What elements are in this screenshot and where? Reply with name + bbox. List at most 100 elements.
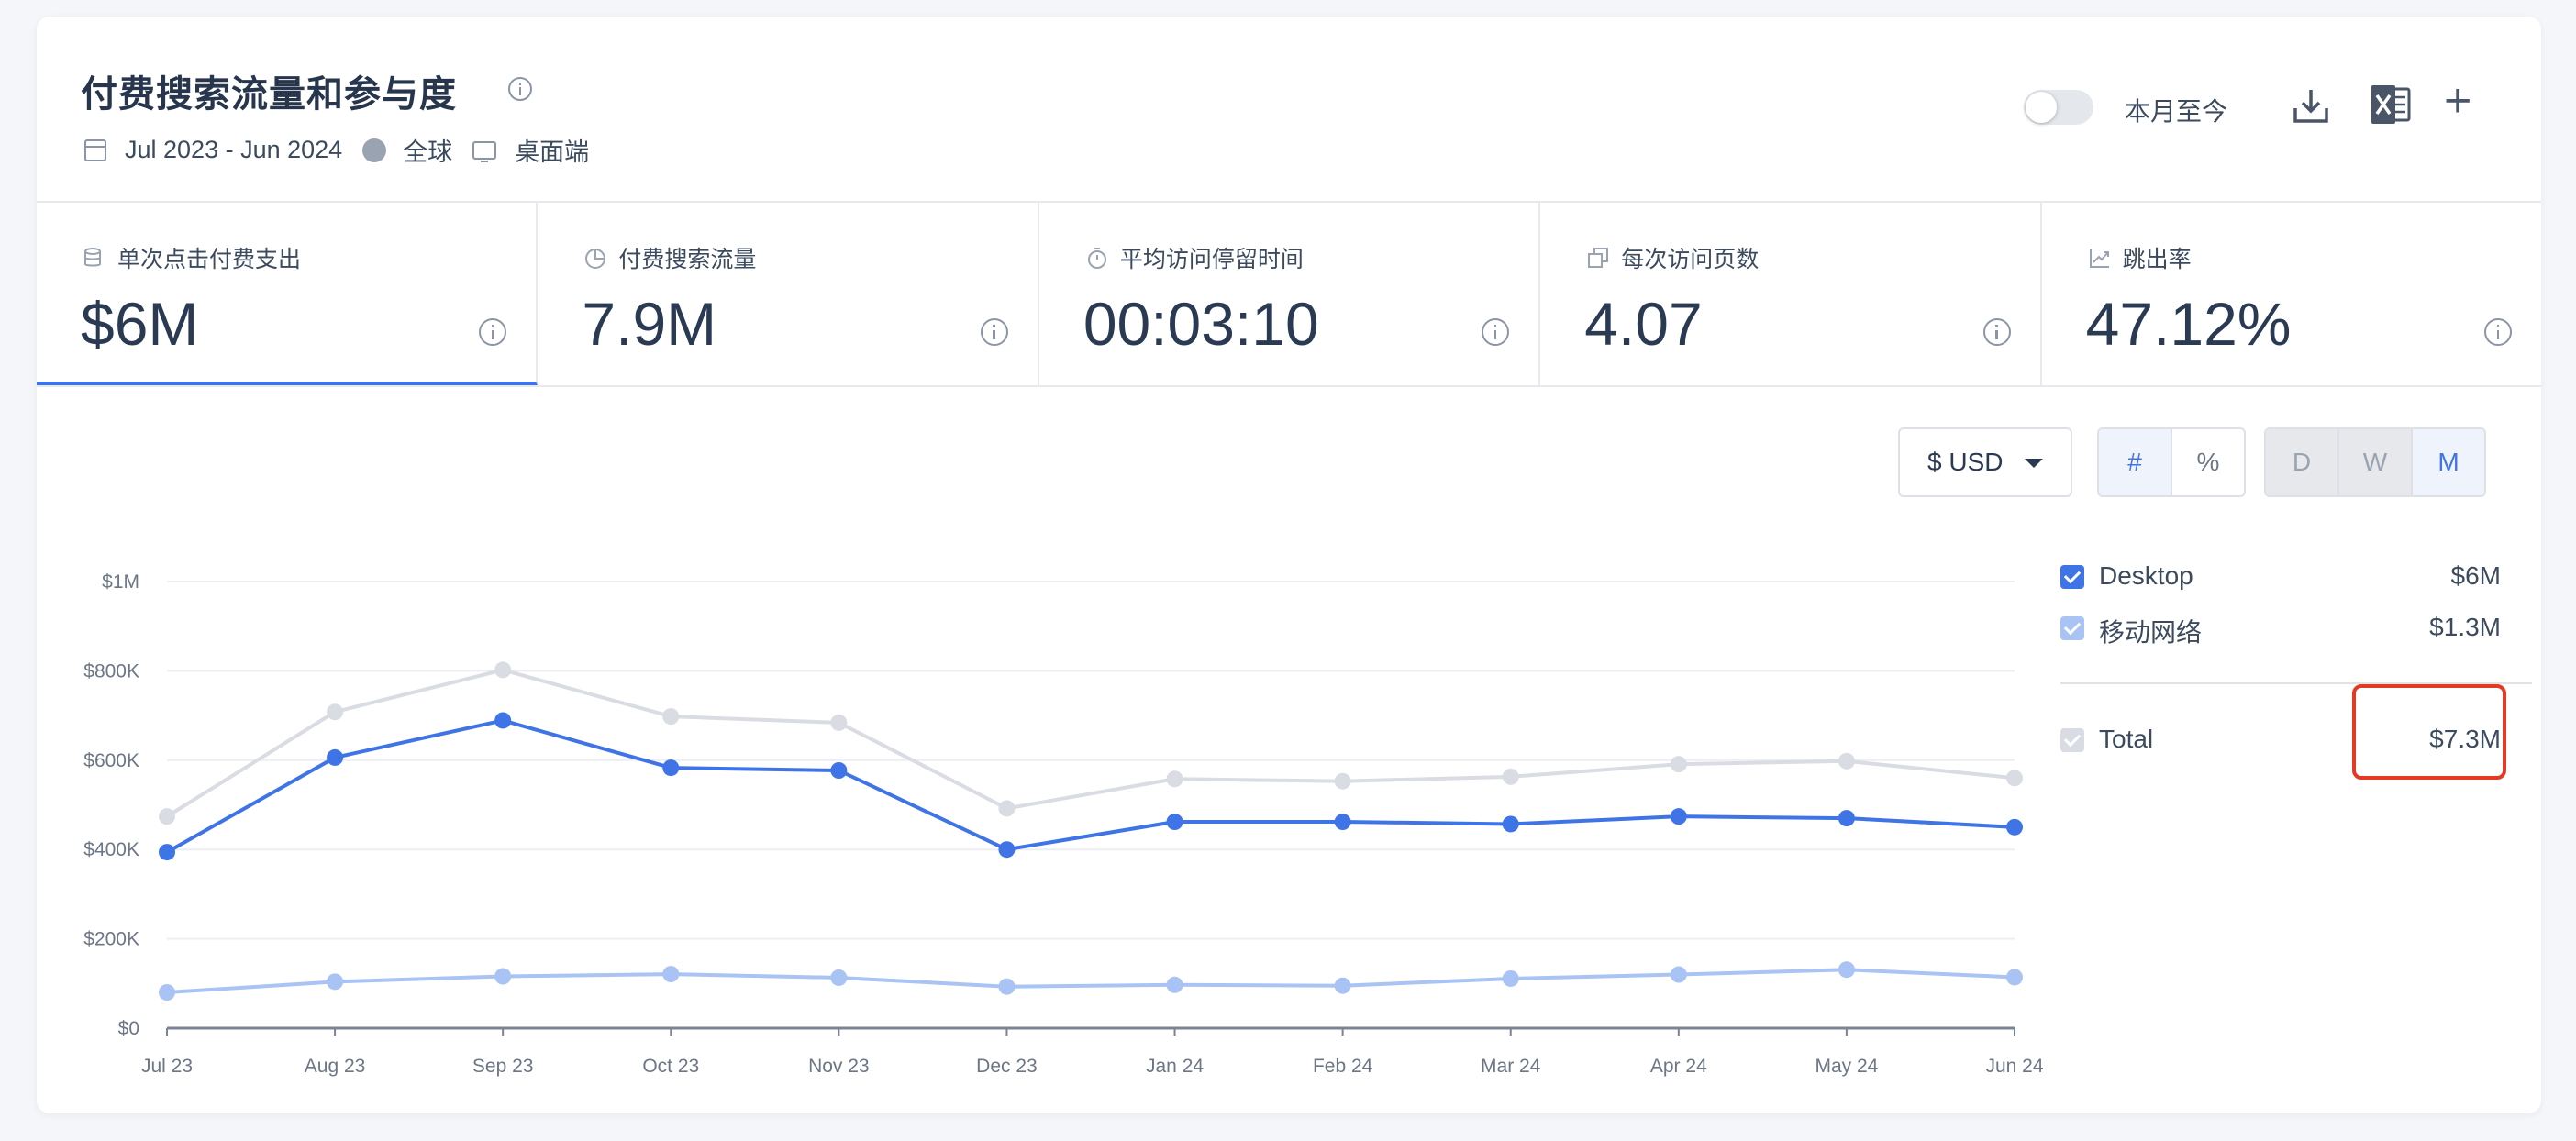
series-total-point [662,708,680,726]
mode-number-button[interactable]: # [2099,429,2172,495]
granularity-month-button[interactable]: M [2413,429,2484,495]
metric-avg-visit-duration[interactable]: 平均访问停留时间 00:03:10 [1039,203,1541,385]
series-desktop-point [494,712,512,729]
metric-paid-traffic[interactable]: 付费搜索流量 7.9M [538,203,1039,385]
info-icon[interactable] [980,318,1008,346]
metric-label: 单次点击付费支出 [83,241,301,274]
region-label[interactable]: 全球 [403,132,452,168]
series-total-line [165,668,2015,818]
desktop-icon [472,140,497,162]
series-total-point [1502,768,1519,785]
series-mobile-point [159,984,175,1002]
meta-row: Jul 2023 - Jun 2024 全球 桌面端 [84,132,609,168]
series-total-point [830,714,848,731]
legend-mobile-label: 移动网络 [2099,618,2203,647]
metric-ppc-spend[interactable]: 单次点击付费支出 $6M [37,203,539,385]
series-total-point [1838,752,1855,770]
series-desktop-point [998,841,1016,859]
x-tick-label: Aug 23 [305,1056,366,1077]
series-mobile-point [494,968,512,985]
series-mobile-line [166,968,2015,995]
series-total-point [1166,770,1183,788]
x-tick-label: May 24 [1815,1056,1878,1077]
metric-value: 7.9M [582,290,717,358]
granularity-week-button[interactable]: W [2339,429,2413,495]
traffic-card: 付费搜索流量和参与度 Jul 2023 - Jun 2024 全球 桌面端 本月… [37,17,2541,1113]
coins-icon [84,248,101,267]
series-total-point [998,800,1016,817]
excel-icon[interactable] [2369,83,2413,127]
total-checkbox[interactable] [2060,728,2084,752]
y-tick-label: $800K [83,660,139,681]
x-tick-label: Feb 24 [1313,1056,1373,1077]
series-mobile-point [1502,969,1519,987]
granularity-day-button[interactable]: D [2266,429,2339,495]
add-icon[interactable]: + [2444,77,2471,125]
series-desktop-point [1334,814,1351,831]
legend-mobile-value: $1.3M [2429,613,2501,641]
series-mobile-point [2006,969,2023,986]
series-mobile-point [327,973,344,991]
mobile-checkbox[interactable] [2060,616,2084,640]
series-mobile-point [1670,966,1687,983]
series-total-point [494,661,512,679]
metric-pages-per-visit[interactable]: 每次访问页数 4.07 [1540,203,2042,385]
legend-desktop-value: $6M [2450,561,2501,590]
series-desktop-point [1502,815,1519,833]
x-tick-label: Jul 23 [141,1056,193,1077]
series-desktop-line [166,718,2015,854]
x-tick-label: Nov 23 [808,1056,870,1077]
series-mobile-point [1166,976,1183,993]
metric-bounce-rate[interactable]: 跳出率 47.12% [2042,203,2541,385]
globe-icon [362,138,387,162]
metric-value: 4.07 [1584,290,1703,358]
desktop-checkbox[interactable] [2060,565,2084,589]
metric-label-text: 单次点击付费支出 [117,247,302,272]
series-desktop-point [830,762,848,780]
series-mobile-point [998,978,1016,995]
device-label[interactable]: 桌面端 [515,132,589,168]
metric-value: $6M [81,290,199,358]
info-icon[interactable] [2484,318,2513,346]
metric-label-text: 每次访问页数 [1621,247,1760,272]
legend-desktop[interactable]: Desktop $6M [2060,559,2501,596]
pie-chart-icon [585,249,606,269]
x-tick-label: Jan 24 [1146,1056,1204,1077]
month-to-date-label: 本月至今 [2125,97,2228,126]
calendar-icon [84,138,106,161]
x-tick-label: Mar 24 [1481,1056,1541,1077]
mode-percent-button[interactable]: % [2172,429,2244,495]
metric-value: 00:03:10 [1083,290,1319,358]
metric-value: 47.12% [2085,290,2292,358]
series-total-point [2006,770,2023,787]
legend-mobile[interactable]: 移动网络 $1.3M [2060,611,2501,648]
x-tick-label: Jun 24 [1985,1056,2043,1077]
metric-label: 付费搜索流量 [583,241,756,274]
currency-select[interactable]: $ USD [1898,427,2072,497]
x-tick-label: Apr 24 [1650,1056,1707,1077]
x-tick-label: Dec 23 [976,1056,1038,1077]
series-desktop-point [1670,808,1687,825]
series-desktop-point [662,759,680,777]
series-desktop-point [1166,814,1183,831]
date-range[interactable]: Jul 2023 - Jun 2024 [125,136,342,164]
info-icon[interactable] [1982,318,2011,346]
currency-value: $ USD [1927,448,2004,476]
trend-icon [2089,249,2109,268]
pages-icon [1588,248,1609,268]
info-icon[interactable] [479,318,507,346]
value-mode-toggle: # % [2097,427,2246,497]
series-total-point [1670,756,1687,773]
month-to-date-toggle[interactable] [2024,90,2093,125]
title-text: 付费搜索流量和参与度 [81,74,457,115]
chevron-down-icon [2025,459,2043,468]
metric-label-text: 跳出率 [2122,247,2192,272]
legend-total-label: Total [2099,725,2154,753]
metric-label: 平均访问停留时间 [1085,241,1304,274]
download-icon[interactable] [2290,84,2332,127]
metric-label: 跳出率 [2088,241,2192,274]
series-mobile-point [662,966,680,983]
info-icon[interactable] [508,77,532,101]
stopwatch-icon [1087,248,1106,269]
info-icon[interactable] [1482,318,1510,346]
